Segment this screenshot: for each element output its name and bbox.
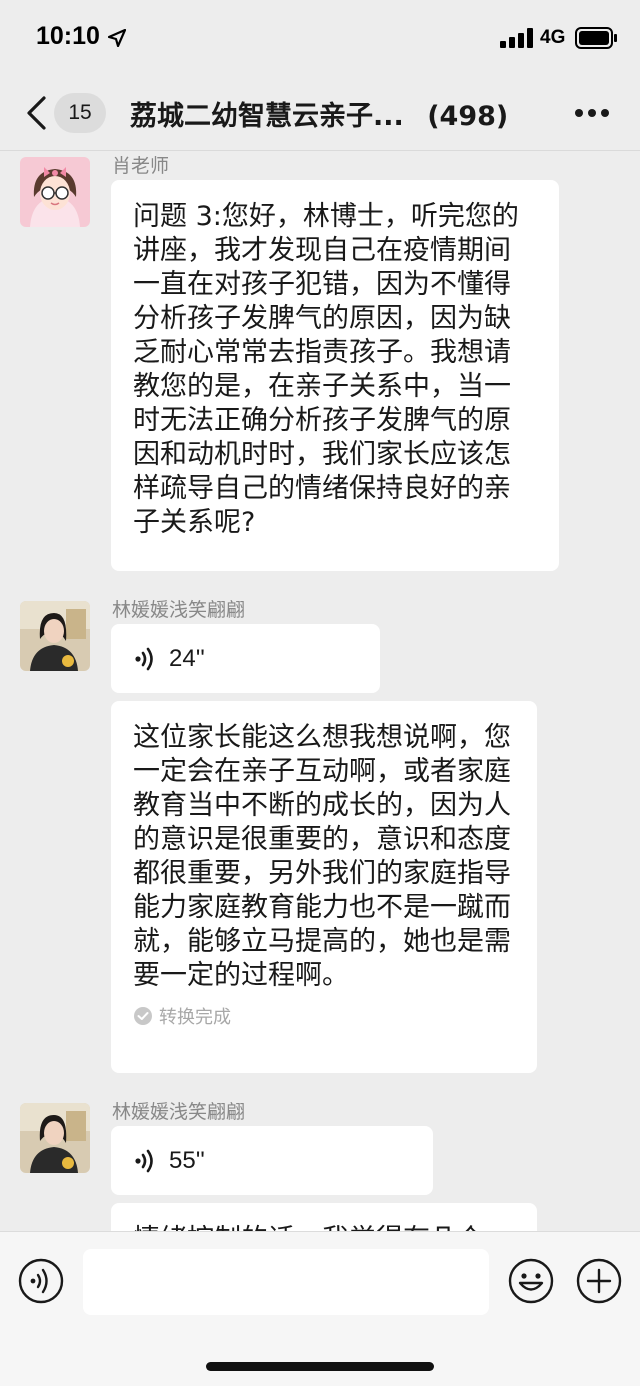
status-bar: 10:10 4G — [0, 0, 640, 76]
input-bar — [0, 1231, 640, 1386]
sender-name: 肖老师 — [112, 155, 170, 177]
status-time: 10:10 — [36, 22, 100, 50]
voice-duration: 24'' — [169, 644, 205, 672]
transcript-status: 转换完成 — [111, 1003, 537, 1043]
member-count: (498) — [427, 101, 509, 132]
sender-name: 林媛媛浅笑翩翩 — [112, 1101, 246, 1123]
cellular-signal-icon — [500, 28, 533, 48]
battery-icon — [575, 27, 617, 49]
network-type: 4G — [540, 27, 566, 48]
voice-message-bubble[interactable]: 55'' — [111, 1126, 433, 1195]
transcript-bubble[interactable]: 这位家长能这么想我想说啊，您一定会在亲子互动啊，或者家庭教育当中不断的成长的，因… — [111, 701, 537, 1073]
transcript-bubble[interactable]: 情绪控制的话，我觉得有几个 — [111, 1203, 537, 1231]
transcript-status-label: 转换完成 — [159, 1007, 231, 1028]
chat-header: 15 荔城二幼智慧云亲子... (498) — [0, 78, 640, 150]
voice-message-bubble[interactable]: 24'' — [111, 624, 380, 693]
voice-wave-icon — [135, 647, 153, 670]
avatar[interactable] — [20, 157, 90, 227]
more-options-icon[interactable] — [574, 108, 610, 118]
transcript-text: 情绪控制的话，我觉得有几个 — [111, 1203, 537, 1231]
transcript-text: 这位家长能这么想我想说啊，您一定会在亲子互动啊，或者家庭教育当中不断的成长的，因… — [133, 722, 511, 991]
check-circle-icon — [134, 1007, 152, 1025]
home-indicator[interactable] — [206, 1362, 434, 1371]
girl-cartoon-avatar-icon — [20, 157, 90, 227]
voice-row: 24'' — [111, 624, 380, 693]
voice-wave-icon — [135, 1149, 153, 1172]
message-bubble[interactable]: 问题 3:您好，林博士，听完您的讲座，我才发现自己在疫情期间一直在对孩子犯错，因… — [111, 180, 559, 571]
woman-photo-avatar-icon — [20, 601, 90, 671]
location-arrow-icon — [108, 29, 126, 47]
message-list[interactable]: 肖老师 问题 3:您好，林博士，听完您的讲座，我才发现自己在疫情期间一直在对孩子… — [0, 151, 640, 1231]
back-chevron-icon[interactable] — [24, 96, 48, 130]
woman-photo-avatar-icon — [20, 1103, 90, 1173]
sender-name: 林媛媛浅笑翩翩 — [112, 599, 246, 621]
unread-count-badge[interactable]: 15 — [54, 93, 106, 133]
avatar[interactable] — [20, 601, 90, 671]
voice-row: 55'' — [111, 1126, 433, 1195]
voice-duration: 55'' — [169, 1146, 205, 1174]
chat-title: 荔城二幼智慧云亲子... (498) — [130, 94, 530, 133]
voice-input-icon[interactable] — [18, 1258, 64, 1304]
message-text: 问题 3:您好，林博士，听完您的讲座，我才发现自己在疫情期间一直在对孩子犯错，因… — [133, 201, 519, 538]
emoji-icon[interactable] — [508, 1258, 554, 1304]
add-more-icon[interactable] — [576, 1258, 622, 1304]
message-input[interactable] — [83, 1249, 489, 1315]
avatar[interactable] — [20, 1103, 90, 1173]
group-name: 荔城二幼智慧云亲子... — [130, 101, 404, 132]
